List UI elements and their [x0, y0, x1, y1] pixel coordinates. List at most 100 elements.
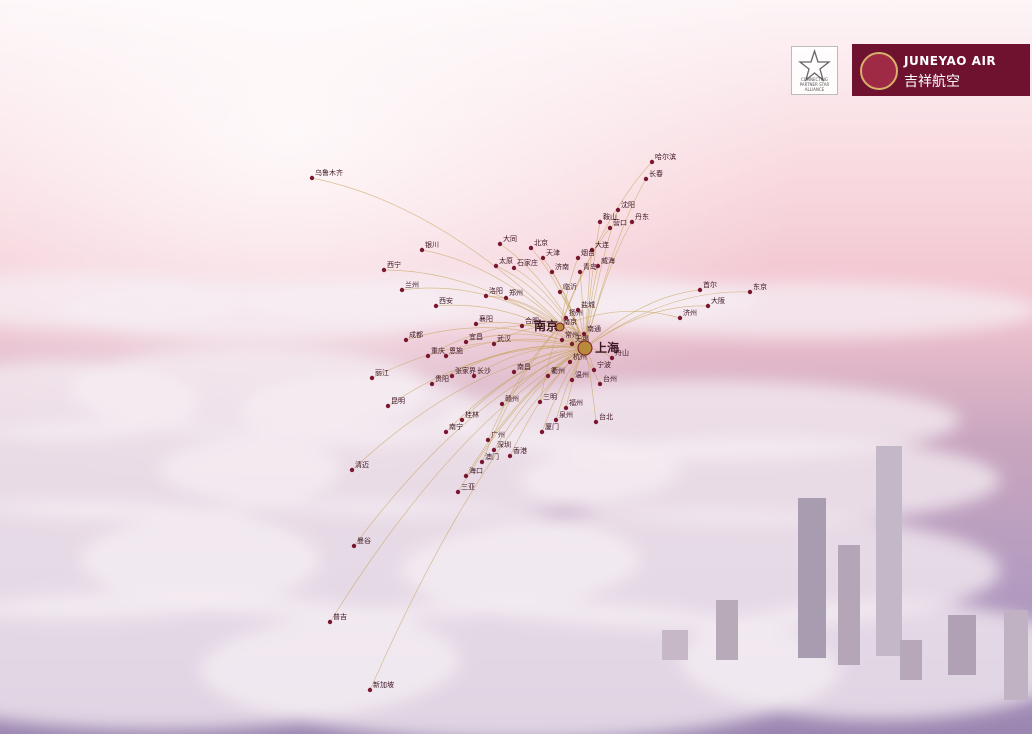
- city-label: 东京: [753, 282, 767, 291]
- city-dot: [569, 341, 575, 347]
- city-label: 青岛: [583, 262, 597, 271]
- city-label: 大连: [595, 240, 609, 249]
- city-dot: [567, 359, 573, 365]
- city-label: 南昌: [517, 362, 531, 371]
- city-dot: [327, 619, 333, 625]
- city-label: 三明: [543, 393, 557, 401]
- city-label: 桂林: [465, 410, 479, 419]
- skyscraper: [662, 630, 688, 660]
- city-dot: [493, 263, 499, 269]
- city-dot: [559, 337, 565, 343]
- city-label: 福州: [569, 398, 583, 407]
- hub-label: 南京: [534, 318, 558, 333]
- city-dot: [549, 269, 555, 275]
- city-label: 济州: [683, 308, 697, 317]
- airline-name-en: JUNEYAO AIR: [904, 54, 997, 68]
- juneyao-emblem-icon: [860, 52, 898, 90]
- city-label: 恩施: [449, 346, 463, 355]
- city-label: 沈阳: [621, 200, 635, 209]
- city-dot: [563, 405, 569, 411]
- city-label: 临沂: [563, 282, 577, 291]
- city-dot: [459, 417, 465, 423]
- city-dot: [385, 403, 391, 409]
- city-label: 厦门: [545, 422, 559, 431]
- city-label: 衢州: [551, 366, 565, 375]
- city-label: 香港: [513, 446, 527, 455]
- city-dot: [367, 687, 373, 693]
- skyscraper: [838, 545, 860, 665]
- city-label: 长春: [649, 169, 663, 178]
- city-label: 天津: [546, 249, 560, 257]
- city-dot: [649, 159, 655, 165]
- city-label: 清迈: [355, 460, 369, 469]
- city-dot: [577, 269, 583, 275]
- city-label: 大阪: [711, 296, 725, 305]
- city-label: 南通: [587, 324, 601, 333]
- city-dot: [747, 289, 753, 295]
- city-label: 新加坡: [373, 680, 394, 689]
- city-label: 大同: [503, 234, 517, 243]
- city-label: 丽江: [375, 369, 389, 377]
- city-dot: [677, 315, 683, 321]
- city-label: 郑州: [509, 289, 523, 297]
- hub-icon: [577, 340, 593, 356]
- city-dot: [425, 353, 431, 359]
- hub-marker: 上海: [577, 340, 619, 356]
- city-label: 三亚: [461, 483, 475, 491]
- city-label: 成都: [409, 330, 423, 339]
- city-label: 澳门: [485, 452, 499, 461]
- city-label: 银川: [425, 240, 439, 249]
- city-dot: [351, 543, 357, 549]
- city-label: 广州: [491, 430, 505, 439]
- city-label: 长沙: [477, 366, 491, 375]
- city-dot: [569, 377, 575, 383]
- city-dot: [403, 337, 409, 343]
- city-label: 张家界: [455, 366, 476, 375]
- city-label: 泉州: [559, 410, 573, 419]
- city-dot: [597, 219, 603, 225]
- city-dot: [419, 247, 425, 253]
- city-dot: [597, 381, 603, 387]
- city-dot: [629, 219, 635, 225]
- city-dot: [643, 176, 649, 182]
- star-alliance-logo: CONNECTING PARTNER STAR ALLIANCE: [791, 46, 838, 95]
- juneyao-logo: JUNEYAO AIR 吉祥航空: [852, 44, 1030, 96]
- city-label: 丹东: [635, 212, 649, 221]
- city-dot: [349, 467, 355, 473]
- city-dot: [473, 321, 479, 327]
- city-dot: [697, 287, 703, 293]
- city-label: 西宁: [387, 260, 401, 269]
- cloud: [520, 436, 1000, 524]
- city-label: 兰州: [405, 280, 419, 289]
- city-dot: [433, 303, 439, 309]
- city-label: 曼谷: [357, 536, 371, 545]
- city-dot: [483, 293, 489, 299]
- skyscraper: [716, 600, 738, 660]
- city-label: 襄阳: [479, 314, 493, 323]
- city-dot: [455, 489, 461, 495]
- city-dot: [575, 255, 581, 261]
- city-dot: [607, 225, 613, 231]
- city-dot: [499, 401, 505, 407]
- cloud: [560, 282, 1032, 338]
- skyscraper: [948, 615, 976, 675]
- city-dot: [563, 315, 569, 321]
- city-dot: [399, 287, 405, 293]
- city-label: 太原: [499, 256, 513, 265]
- city-dot: [705, 303, 711, 309]
- city-label: 台州: [603, 374, 617, 383]
- skyscraper: [1004, 610, 1028, 700]
- city-dot: [609, 355, 615, 361]
- city-label: 赣州: [505, 394, 519, 403]
- city-label: 常州: [565, 330, 579, 339]
- skyscraper: [876, 446, 902, 656]
- city-label: 北京: [534, 238, 548, 247]
- city-label: 济南: [555, 262, 569, 271]
- city-label: 重庆: [431, 346, 445, 355]
- city-label: 深圳: [497, 440, 511, 449]
- city-dot: [503, 295, 509, 301]
- city-dot: [507, 453, 513, 459]
- city-dot: [593, 419, 599, 425]
- city-dot: [511, 369, 517, 375]
- city-dot: [381, 267, 387, 273]
